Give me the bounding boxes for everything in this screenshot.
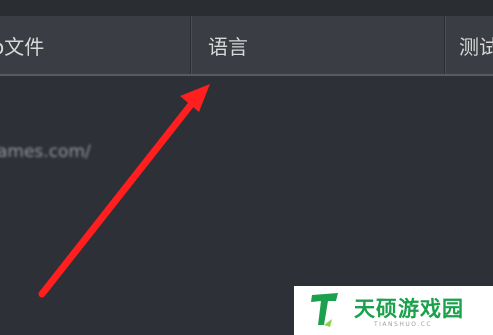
tab-file-label: o文件 <box>0 34 45 59</box>
watermark-t-icon <box>311 293 338 327</box>
tab-language-label: 语言 <box>208 34 248 59</box>
tab-language[interactable]: 语言 <box>190 16 444 74</box>
url-text: ames.com/ <box>0 142 91 162</box>
tab-file[interactable]: o文件 <box>0 16 190 74</box>
watermark-subtitle: TIANSHUO.CC <box>374 321 433 328</box>
tab-bar: o文件 语言 测试 <box>0 16 493 76</box>
top-strip <box>0 0 493 16</box>
tab-test-label: 测试 <box>459 34 493 59</box>
watermark-name: 天硕游戏园 <box>354 297 464 321</box>
tab-test[interactable]: 测试 <box>444 16 493 74</box>
watermark-logo: 天硕游戏园 TIANSHUO.CC <box>294 286 493 335</box>
